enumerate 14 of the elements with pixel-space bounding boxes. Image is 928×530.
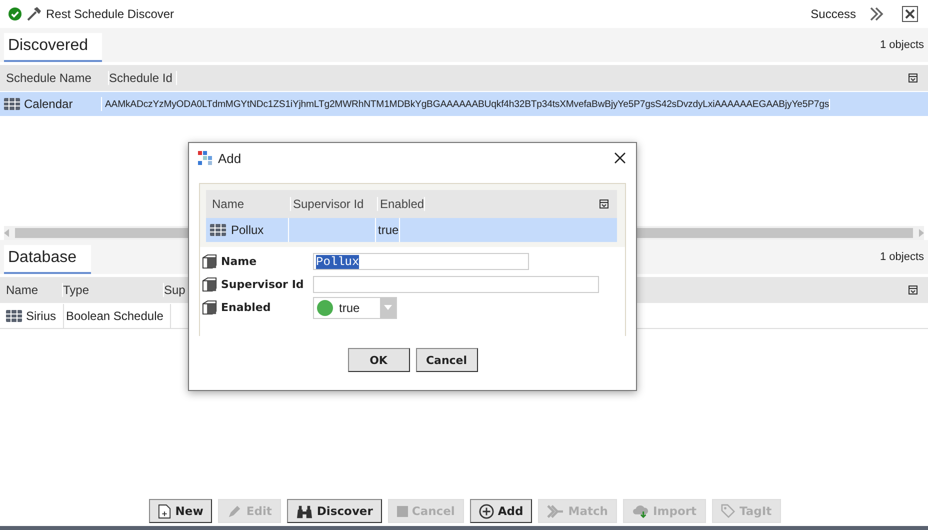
object-count: 1 objects — [880, 39, 924, 51]
status-text: Success — [810, 7, 856, 21]
table-cell: true — [376, 218, 400, 242]
dialog-title: Add — [218, 150, 242, 166]
object-count: 1 objects — [880, 251, 924, 263]
table-cell: Boolean Schedule — [64, 304, 171, 328]
table-cell: AAMkADczYzMyODA0LTdmMGYtNDc1ZS1iYjhmLTg2MWRhNTM1MDBkYgBGAAAAAABUqkf4h32BTp34tsXMvefaBwBjyYe5P7gsS42sDvzdyLxiAAAAAAEGAABjyYe5P7gs — [102, 98, 830, 110]
table-cell: Sirius — [26, 309, 56, 323]
table-cell: Calendar — [24, 97, 73, 111]
field-label: Enabled — [221, 301, 272, 314]
field-label: Supervisor Id — [221, 278, 305, 291]
table-cell: Pollux — [231, 223, 264, 237]
field-label: Name — [221, 255, 258, 268]
window-title: Rest Schedule Discover — [46, 7, 174, 21]
